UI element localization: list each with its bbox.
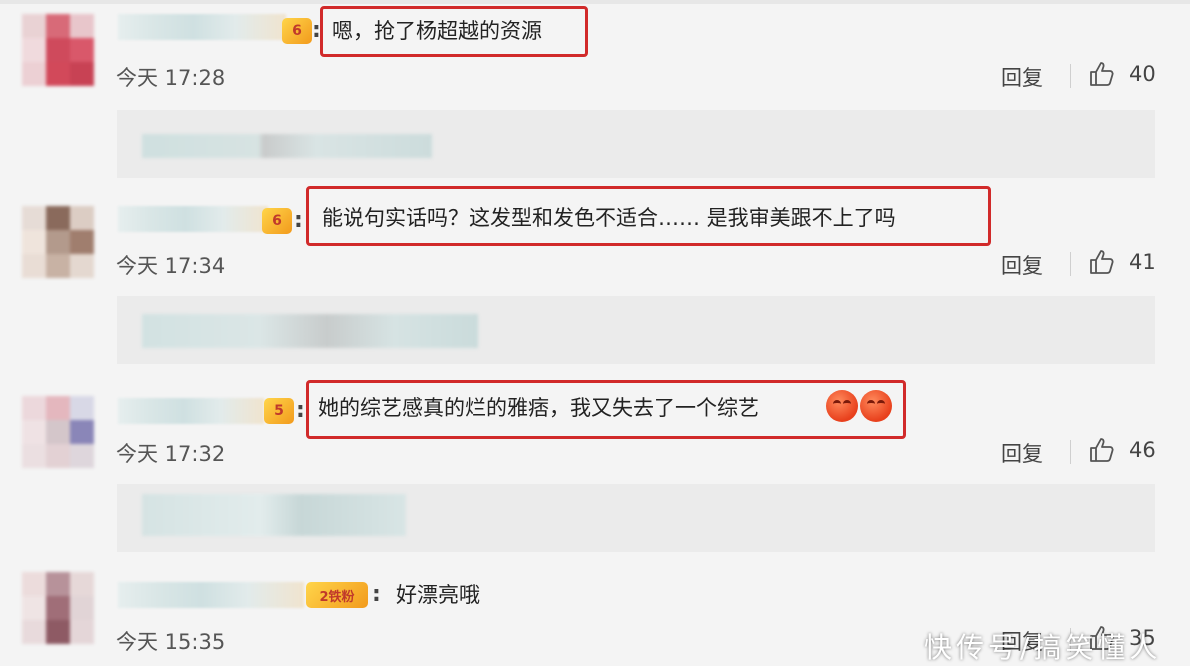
reply-button[interactable]: 回复 <box>1001 250 1043 280</box>
blurred-reply <box>142 494 406 536</box>
sub-reply-panel[interactable] <box>117 484 1155 552</box>
username[interactable] <box>118 206 268 232</box>
thumbs-up-icon[interactable] <box>1088 60 1116 88</box>
comment-time: 今天 17:32 <box>116 442 226 466</box>
fan-badge-icon: 2铁粉 <box>306 582 368 608</box>
comment-time: 今天 17:28 <box>116 66 226 90</box>
thumbs-up-icon[interactable] <box>1088 248 1116 276</box>
reply-button[interactable]: 回复 <box>1001 62 1043 92</box>
fire-emoji-icon <box>826 390 858 422</box>
fan-badge-icon: 5 <box>264 398 294 424</box>
colon: : <box>296 398 305 423</box>
sub-reply-panel[interactable] <box>117 110 1155 178</box>
avatar[interactable] <box>22 396 94 468</box>
blurred-reply <box>142 134 432 158</box>
comment-text: 能说句实话吗？这发型和发色不适合…… 是我审美跟不上了吗 <box>322 206 896 230</box>
comment-text: 好漂亮哦 <box>396 583 480 607</box>
comment-text: 她的综艺感真的烂的雅痞，我又失去了一个综艺 <box>318 396 759 420</box>
username[interactable] <box>118 14 286 40</box>
divider <box>1070 64 1071 88</box>
comment-time: 今天 15:35 <box>116 630 226 654</box>
like-count: 41 <box>1129 250 1156 274</box>
colon: : <box>372 582 381 607</box>
avatar[interactable] <box>22 572 94 644</box>
top-divider <box>0 0 1190 4</box>
fire-emoji-icon <box>860 390 892 422</box>
comment-text: 嗯，抢了杨超越的资源 <box>332 19 542 43</box>
colon: : <box>294 208 303 233</box>
sub-reply-panel[interactable] <box>117 296 1155 364</box>
like-count: 46 <box>1129 438 1156 462</box>
username[interactable] <box>118 398 264 424</box>
avatar[interactable] <box>22 14 94 86</box>
like-count: 40 <box>1129 62 1156 86</box>
blurred-reply <box>142 314 478 348</box>
fan-badge-icon: 6 <box>282 18 312 44</box>
divider <box>1070 440 1071 464</box>
reply-button[interactable]: 回复 <box>1001 438 1043 468</box>
fan-badge-icon: 6 <box>262 208 292 234</box>
comment-time: 今天 17:34 <box>116 254 226 278</box>
username[interactable] <box>118 582 304 608</box>
thumbs-up-icon[interactable] <box>1088 436 1116 464</box>
watermark: 快传号/搞笑懂人 <box>924 631 1162 664</box>
avatar[interactable] <box>22 206 94 278</box>
divider <box>1070 252 1071 276</box>
